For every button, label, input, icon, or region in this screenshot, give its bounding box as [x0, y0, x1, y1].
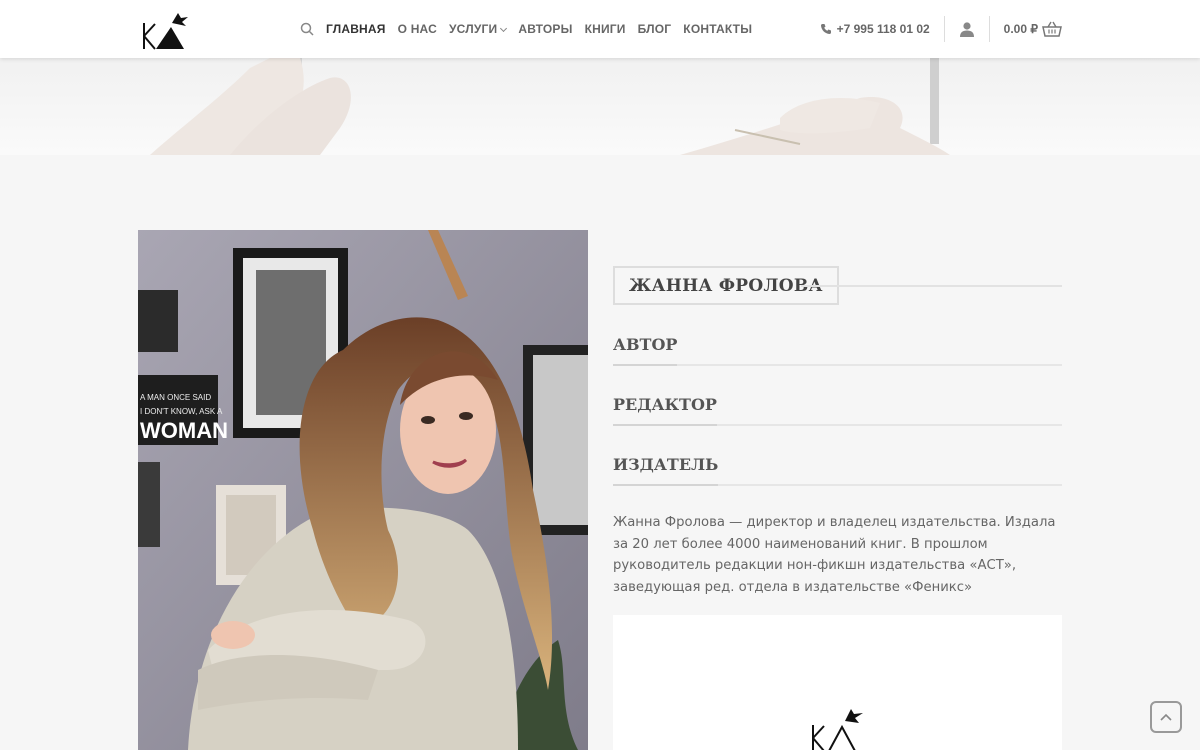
- hero-hands-image: [150, 58, 950, 155]
- site-header: ГЛАВНАЯ О НАС УСЛУГИ АВТОРЫ КНИГИ БЛОГ К…: [0, 0, 1200, 58]
- role-publisher-label: ИЗДАТЕЛЬ: [613, 455, 719, 486]
- nav-books[interactable]: КНИГИ: [585, 22, 626, 36]
- user-icon: [959, 22, 974, 37]
- author-description: Жанна Фролова — директор и владелец изда…: [613, 515, 1056, 595]
- author-name: ЖАННА ФРОЛОВА: [629, 275, 823, 296]
- poster-line-3: WOMAN: [140, 418, 228, 443]
- site-logo[interactable]: [140, 9, 192, 51]
- main-nav: ГЛАВНАЯ О НАС УСЛУГИ АВТОРЫ КНИГИ БЛОГ К…: [300, 0, 764, 58]
- nav-contacts[interactable]: КОНТАКТЫ: [683, 22, 752, 36]
- role-divider: [613, 364, 1062, 366]
- back-to-top-button[interactable]: [1150, 701, 1182, 733]
- account-button[interactable]: [959, 21, 975, 37]
- phone-number: +7 995 118 01 02: [836, 22, 930, 36]
- role-author-label: АВТОР: [613, 335, 678, 366]
- nav-blog[interactable]: БЛОГ: [638, 22, 672, 36]
- header-actions: +7 995 118 01 02 0.00 ₽: [820, 0, 1062, 58]
- chevron-down-icon: [500, 24, 508, 33]
- title-divider: [801, 285, 1062, 287]
- nav-about[interactable]: О НАС: [398, 22, 437, 36]
- publisher-logo-card: [613, 615, 1062, 750]
- search-icon[interactable]: [300, 22, 314, 36]
- nav-services-label: УСЛУГИ: [449, 22, 498, 36]
- header-divider: [943, 16, 945, 42]
- header-divider: [988, 16, 990, 42]
- poster-line-1: A MAN ONCE SAID: [140, 393, 211, 402]
- cart-button[interactable]: 0.00 ₽: [1004, 21, 1062, 37]
- cart-total: 0.00 ₽: [1003, 22, 1038, 36]
- role-editor: РЕДАКТОР: [613, 395, 1062, 426]
- nav-home[interactable]: ГЛАВНАЯ: [326, 22, 386, 36]
- hero-banner: [0, 58, 1200, 155]
- nav-authors[interactable]: АВТОРЫ: [518, 22, 572, 36]
- role-author: АВТОР: [613, 335, 1062, 366]
- phone-icon: [820, 24, 831, 34]
- role-publisher: ИЗДАТЕЛЬ: [613, 455, 1062, 486]
- author-photo: A MAN ONCE SAID I DON'T KNOW, ASK A WOMA…: [138, 230, 588, 750]
- chevron-up-icon: [1160, 713, 1172, 721]
- basket-icon: [1042, 21, 1062, 37]
- publisher-logo: [812, 709, 863, 750]
- poster-line-2: I DON'T KNOW, ASK A: [140, 407, 223, 416]
- nav-services[interactable]: УСЛУГИ: [449, 22, 508, 36]
- role-editor-label: РЕДАКТОР: [613, 395, 717, 426]
- phone-link[interactable]: +7 995 118 01 02: [820, 22, 930, 36]
